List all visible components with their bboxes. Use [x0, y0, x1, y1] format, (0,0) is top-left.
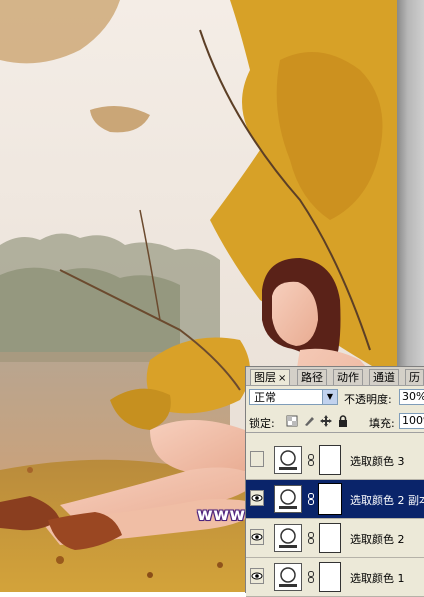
visibility-toggle[interactable]	[250, 529, 264, 545]
panel-tabs: 图层 × 路径 动作 通道 历	[246, 367, 424, 386]
tab-history[interactable]: 历	[405, 369, 424, 385]
tab-channels[interactable]: 通道	[369, 369, 399, 385]
selective-color-adjustment-icon[interactable]	[274, 446, 302, 474]
layer-row-selected[interactable]: 选取颜色 2 副本	[246, 480, 424, 519]
tab-paths[interactable]: 路径	[297, 369, 327, 385]
fill-input[interactable]: 100%	[399, 413, 424, 429]
link-chain-icon[interactable]	[307, 532, 315, 544]
tab-layers[interactable]: 图层 ×	[250, 369, 291, 385]
layer-name: 选取颜色 1	[350, 572, 405, 585]
visibility-toggle[interactable]	[250, 451, 264, 467]
visibility-toggle[interactable]	[250, 490, 264, 506]
fill-label: 填充:	[369, 417, 395, 430]
blend-mode-select[interactable]: 正常 ▼	[249, 389, 338, 405]
eye-icon	[251, 533, 263, 541]
chevron-down-icon[interactable]: ▼	[322, 390, 337, 404]
layer-mask-thumbnail[interactable]	[319, 562, 341, 592]
visibility-toggle[interactable]	[250, 568, 264, 584]
layer-row[interactable]: 选取颜色 2	[246, 519, 424, 558]
layer-row[interactable]: 选取颜色 1	[246, 558, 424, 597]
tab-actions[interactable]: 动作	[333, 369, 363, 385]
layer-name: 选取颜色 3	[350, 455, 405, 468]
selective-color-adjustment-icon[interactable]	[274, 485, 302, 513]
selective-color-adjustment-icon[interactable]	[274, 524, 302, 552]
link-chain-icon[interactable]	[307, 571, 315, 583]
link-chain-icon[interactable]	[307, 493, 315, 505]
layer-mask-thumbnail[interactable]	[319, 445, 341, 475]
lock-label: 锁定:	[249, 417, 275, 430]
blend-opacity-row: 正常 ▼ 不透明度: 30%	[246, 388, 424, 408]
eye-icon	[251, 494, 263, 502]
layers-panel: 图层× 路径 动作 通道 历 正常 ▼ 不透明度: 30% 锁定: 填充: 10…	[245, 366, 424, 597]
layer-row[interactable]: 选取颜色 3	[246, 441, 424, 480]
lock-fill-row: 锁定: 填充: 100%	[246, 412, 424, 433]
selective-color-adjustment-icon[interactable]	[274, 563, 302, 591]
lock-image-pixels-icon[interactable]	[303, 415, 315, 427]
eye-icon	[251, 572, 263, 580]
lock-position-icon[interactable]	[320, 415, 332, 427]
layer-mask-thumbnail[interactable]	[318, 483, 342, 515]
lock-all-icon[interactable]	[337, 415, 349, 427]
tab-layers-label: 图层	[254, 371, 276, 384]
layer-mask-thumbnail[interactable]	[319, 523, 341, 553]
blend-mode-value: 正常	[254, 391, 276, 404]
opacity-label: 不透明度:	[344, 393, 392, 406]
opacity-input[interactable]: 30%	[399, 389, 424, 405]
lock-transparent-pixels-icon[interactable]	[286, 415, 298, 427]
close-tab-icon[interactable]: ×	[278, 373, 286, 384]
layer-name: 选取颜色 2	[350, 533, 405, 546]
link-chain-icon[interactable]	[307, 454, 315, 466]
layer-name: 选取颜色 2 副本	[350, 494, 424, 507]
